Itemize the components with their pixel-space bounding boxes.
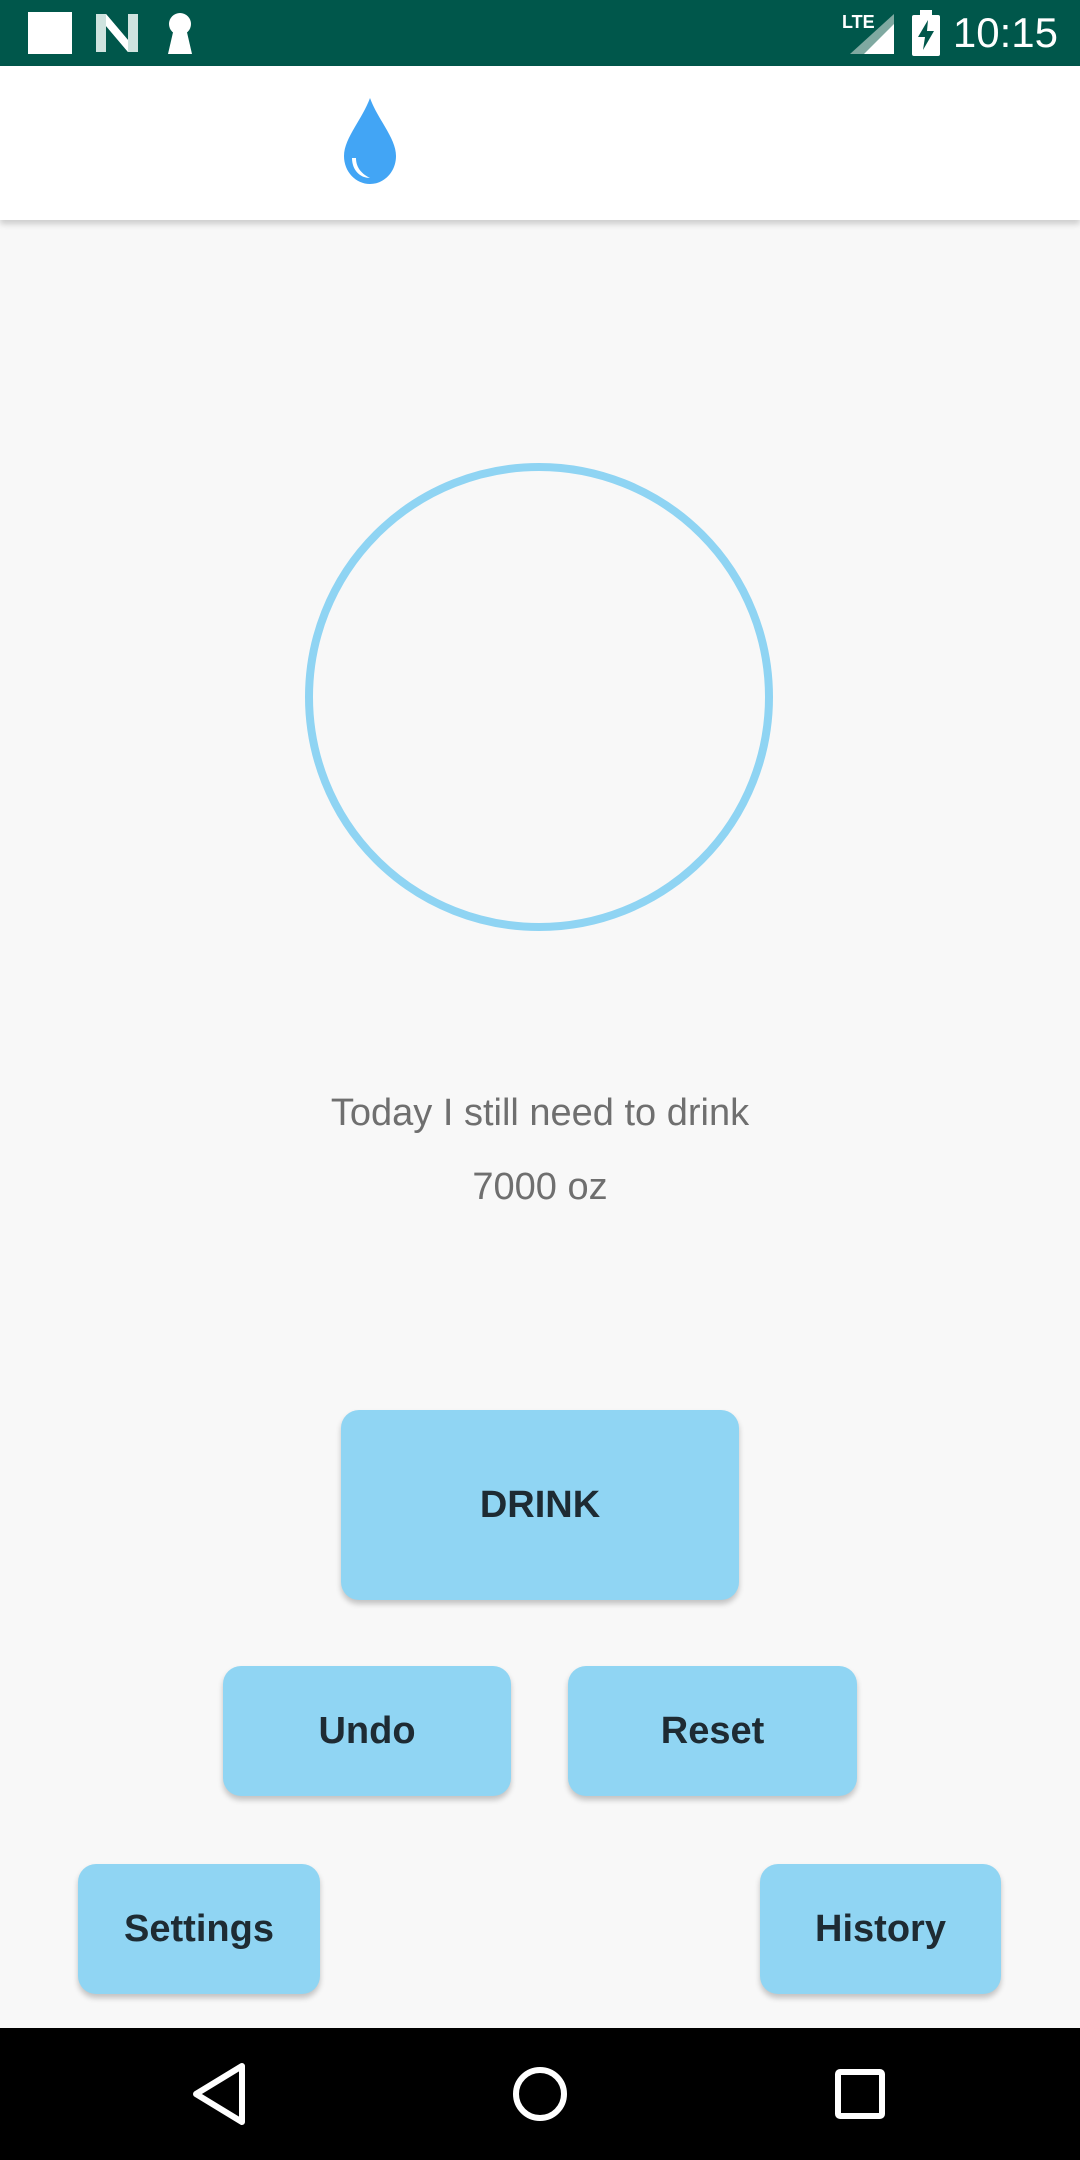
water-drop-icon <box>344 98 396 184</box>
reset-button[interactable]: Reset <box>568 1666 857 1796</box>
status-bar: LTE 10:15 <box>0 0 1080 66</box>
app-screen: LTE 10:15 Today I still need to drink 70… <box>0 0 1080 2160</box>
signal-icon <box>850 14 894 54</box>
remaining-label: Today I still need to drink <box>330 1092 750 1134</box>
undo-button-label: Undo <box>318 1709 416 1752</box>
home-icon[interactable] <box>502 2056 578 2132</box>
drink-button-label: DRINK <box>479 1483 601 1526</box>
status-time: 10:15 <box>952 9 1058 56</box>
drink-button[interactable]: DRINK <box>341 1410 739 1600</box>
battery-charging-icon <box>912 10 940 56</box>
reset-button-label: Reset <box>660 1709 765 1752</box>
settings-button-label: Settings <box>124 1907 274 1950</box>
back-icon[interactable] <box>182 2056 258 2132</box>
n-logo-icon <box>96 14 138 52</box>
app-bar <box>0 66 1080 220</box>
notification-square-icon <box>28 12 72 54</box>
remaining-amount: 7000 oz <box>472 1166 608 1208</box>
progress-ring <box>305 463 773 931</box>
keyhole-icon <box>168 13 192 54</box>
recents-icon[interactable] <box>822 2056 898 2132</box>
settings-button[interactable]: Settings <box>78 1864 320 1994</box>
undo-button[interactable]: Undo <box>223 1666 511 1796</box>
navigation-bar <box>0 2028 1080 2160</box>
history-button[interactable]: History <box>760 1864 1001 1994</box>
history-button-label: History <box>815 1907 946 1950</box>
